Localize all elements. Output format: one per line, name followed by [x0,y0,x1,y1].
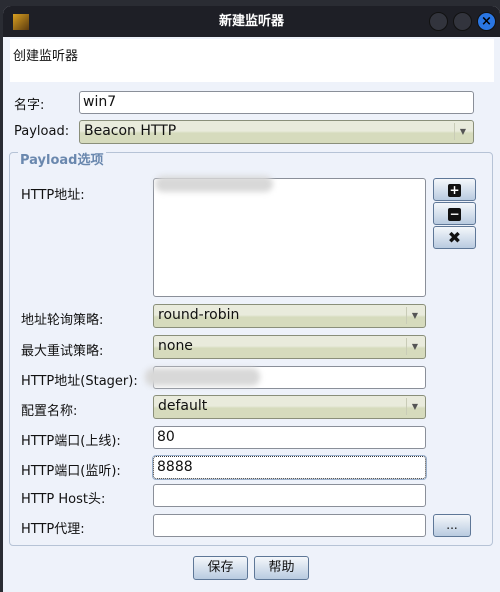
port-bind-label: HTTP端口(上线): [21,434,121,449]
dialog-header: 创建监听器 [10,39,494,82]
redacted-stager [145,368,260,386]
new-listener-dialog: 新建监听器 × 创建监听器 名字: win7 Payload: Beacon H… [3,6,500,592]
remove-host-button[interactable]: − [433,202,476,225]
title-bar: 新建监听器 × [3,6,500,37]
header-text: 创建监听器 [13,49,79,64]
rotate-label: 地址轮询策略: [21,313,104,328]
proxy-input[interactable] [153,514,426,537]
port-listen-input[interactable]: 8888 [152,455,427,480]
chevron-down-icon: ▼ [406,307,423,324]
retry-value: none [158,338,193,354]
app-icon [13,14,29,30]
chevron-down-icon: ▼ [406,338,423,355]
payload-label: Payload: [14,124,70,139]
stager-label: HTTP地址(Stager): [21,374,138,389]
help-button[interactable]: 帮助 [254,556,309,580]
name-input[interactable]: win7 [79,91,474,114]
close-button[interactable]: × [477,12,496,31]
host-header-input[interactable] [153,484,426,507]
maximize-button[interactable] [453,12,472,31]
retry-select[interactable]: none ▼ [153,335,426,359]
port-listen-label: HTTP端口(监听): [21,464,121,479]
port-bind-input[interactable]: 80 [153,426,426,449]
rotate-select[interactable]: round-robin ▼ [153,304,426,328]
payload-select[interactable]: Beacon HTTP ▼ [79,120,474,144]
group-title: Payload选项 [18,149,106,168]
profile-select[interactable]: default ▼ [153,395,426,419]
chevron-down-icon: ▼ [454,123,471,140]
redacted-host [155,176,273,192]
clear-hosts-button[interactable]: ✖ [433,226,476,249]
payload-value: Beacon HTTP [84,123,177,139]
window-title: 新建监听器 [218,14,284,29]
minus-icon: − [448,207,461,221]
profile-label: 配置名称: [21,404,78,419]
add-host-button[interactable]: + [433,178,476,201]
proxy-label: HTTP代理: [21,522,85,537]
hosts-list[interactable] [153,178,426,297]
save-button[interactable]: 保存 [193,556,248,580]
profile-value: default [158,398,208,414]
retry-label: 最大重试策略: [21,344,104,359]
proxy-browse-button[interactable]: ... [433,514,471,537]
rotate-value: round-robin [158,307,240,323]
x-icon: ✖ [447,228,462,247]
plus-icon: + [448,183,461,197]
minimize-button[interactable] [429,12,448,31]
hosts-label: HTTP地址: [21,188,85,203]
host-header-label: HTTP Host头: [21,492,106,507]
chevron-down-icon: ▼ [406,398,423,415]
name-label: 名字: [14,98,45,113]
